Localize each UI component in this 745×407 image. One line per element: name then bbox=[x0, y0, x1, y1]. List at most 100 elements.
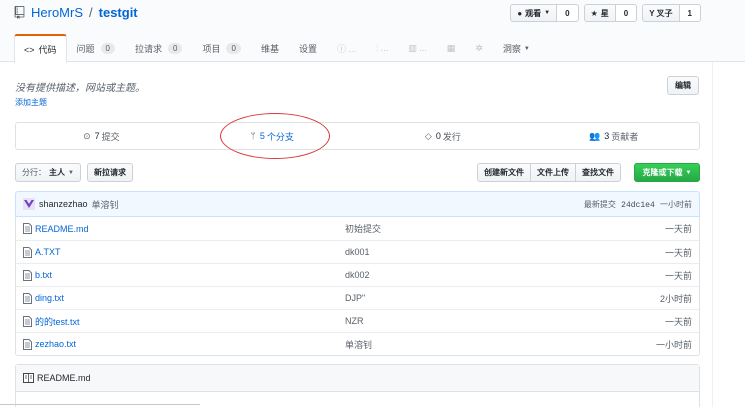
tab-insights-label: 洞察 bbox=[502, 44, 521, 54]
tab-projects[interactable]: 项目 0 bbox=[192, 34, 250, 62]
tab-insights[interactable]: 洞察 ▼ bbox=[493, 34, 540, 62]
file-name-cell: b.txt bbox=[23, 269, 345, 281]
upload-files-button[interactable]: 文件上传 bbox=[530, 163, 576, 182]
file-commit-message[interactable]: 单溶钊 bbox=[345, 338, 612, 351]
commit-author-link[interactable]: shanzezhao bbox=[39, 199, 88, 209]
commit-sha-link[interactable]: 24dc1e4 bbox=[621, 201, 655, 210]
releases-label: 发行 bbox=[442, 131, 461, 142]
file-link[interactable]: 的的test.txt bbox=[35, 315, 80, 328]
file-age: 2小时前 bbox=[659, 293, 692, 304]
tab-issues-counter: 0 bbox=[100, 43, 115, 54]
chevron-down-icon: ▼ bbox=[68, 169, 74, 176]
table-row: 的的test.txt NZR 一天前 bbox=[16, 309, 699, 332]
tab-graphs[interactable]: ⫶ ... bbox=[366, 34, 398, 62]
file-commit-message[interactable]: NZR bbox=[345, 316, 612, 326]
table-row: ding.txt DJP" 2小时前 bbox=[16, 286, 699, 309]
commit-tease: shanzezhao 单溶钊 最新提交 24dc1e4 一小时前 bbox=[15, 191, 700, 217]
repo-owner-link[interactable]: HeroMrS bbox=[31, 5, 83, 20]
file-age: 一天前 bbox=[664, 247, 692, 258]
branch-name: 主人 bbox=[49, 168, 65, 177]
file-icon bbox=[23, 269, 32, 281]
file-icon bbox=[23, 292, 32, 304]
file-icon bbox=[23, 223, 32, 234]
readme-header: README.md bbox=[16, 365, 699, 392]
commits-summary[interactable]: ⊙ 7 提交 bbox=[16, 123, 187, 149]
table-icon: ▦ bbox=[446, 43, 456, 53]
avatar[interactable] bbox=[23, 198, 35, 210]
tab-code-label: 代码 bbox=[38, 45, 57, 55]
star-button[interactable]: ★ 星 bbox=[583, 4, 616, 22]
releases-summary[interactable]: ◇ 0 发行 bbox=[358, 123, 529, 149]
watch-button[interactable]: ● 观看 ▼ bbox=[510, 4, 558, 22]
repo-description: 没有提供描述，网站或主题。 bbox=[15, 83, 145, 94]
tab-code[interactable]: <> 代码 bbox=[14, 34, 67, 63]
commit-message-link[interactable]: 单溶钊 bbox=[92, 198, 119, 211]
file-commit-message[interactable]: 初始提交 bbox=[345, 222, 612, 235]
file-link[interactable]: A.TXT bbox=[35, 247, 61, 257]
commit-icon: ⊙ bbox=[83, 130, 91, 141]
star-icon: ★ bbox=[590, 8, 598, 18]
file-link[interactable]: b.txt bbox=[35, 270, 52, 280]
tab-pulls[interactable]: 拉请求 0 bbox=[125, 34, 192, 62]
create-file-button[interactable]: 创建新文件 bbox=[477, 163, 531, 182]
find-file-button[interactable]: 查找文件 bbox=[575, 163, 621, 182]
edit-description-button[interactable]: 编辑 bbox=[667, 76, 699, 95]
file-commit-message[interactable]: dk001 bbox=[345, 247, 612, 257]
star-action: ★ 星 0 bbox=[583, 4, 638, 22]
people-icon: 👥 bbox=[589, 130, 601, 141]
commits-label: 提交 bbox=[101, 131, 120, 142]
tab-settings[interactable]: 设置 bbox=[289, 34, 327, 62]
tab-pulse[interactable]: ⓘ ... bbox=[327, 34, 366, 62]
contributors-count: 3 bbox=[604, 131, 610, 141]
clone-download-button[interactable]: 克隆或下载 ▼ bbox=[634, 163, 700, 182]
branch-select-button[interactable]: 分行： 主人 ▼ bbox=[15, 163, 81, 182]
file-name-cell: ding.txt bbox=[23, 292, 345, 304]
file-icon bbox=[23, 246, 32, 258]
watch-count[interactable]: 0 bbox=[557, 4, 579, 22]
tab-gear[interactable]: ✲ bbox=[465, 34, 493, 62]
new-pull-request-button[interactable]: 新拉请求 bbox=[87, 163, 133, 182]
add-topic-link[interactable]: 添加主题 bbox=[15, 97, 47, 108]
file-link[interactable]: ding.txt bbox=[35, 293, 64, 303]
fork-count[interactable]: 1 bbox=[679, 4, 701, 22]
tab-network[interactable]: ▥ ... bbox=[398, 34, 437, 62]
table-row: zezhao.txt 单溶钊 一小时前 bbox=[16, 332, 699, 355]
code-icon: <> bbox=[24, 44, 35, 55]
numbers-summary: ⊙ 7 提交 ᛘ 5 个分支 ◇ 0 发行 👥 3 贡献者 bbox=[15, 122, 700, 150]
file-commit-message[interactable]: DJP" bbox=[345, 293, 612, 303]
file-commit-message[interactable]: dk002 bbox=[345, 270, 612, 280]
watch-action: ● 观看 ▼ 0 bbox=[510, 4, 579, 22]
book-icon bbox=[23, 373, 34, 383]
star-count[interactable]: 0 bbox=[615, 4, 638, 22]
commit-age: 一小时前 bbox=[660, 199, 692, 209]
annotation-ellipse bbox=[220, 113, 330, 159]
contributors-label: 贡献者 bbox=[611, 131, 639, 142]
contributors-summary[interactable]: 👥 3 贡献者 bbox=[528, 123, 699, 149]
file-age: 一天前 bbox=[664, 270, 692, 281]
tab-wiki[interactable]: 维基 bbox=[251, 34, 289, 62]
file-actions: 创建新文件 文件上传 查找文件 bbox=[477, 163, 621, 182]
tab-issues-label: 问题 bbox=[76, 44, 95, 54]
fork-button[interactable]: Y 叉子 bbox=[642, 4, 680, 22]
graph-icon: ⫶ ... bbox=[375, 43, 389, 53]
latest-commit-label: 最新提交 bbox=[583, 199, 616, 209]
repo-name-link[interactable]: testgit bbox=[99, 5, 138, 20]
network-icon: ▥ ... bbox=[408, 43, 427, 53]
file-name-cell: README.md bbox=[23, 223, 345, 234]
chevron-down-icon: ▼ bbox=[685, 169, 692, 176]
tab-projects-counter: 0 bbox=[226, 43, 241, 54]
file-name-cell: A.TXT bbox=[23, 246, 345, 258]
chevron-down-icon: ▼ bbox=[523, 45, 530, 52]
commits-count: 7 bbox=[94, 131, 100, 141]
file-icon bbox=[23, 338, 32, 350]
tab-issues[interactable]: 问题 0 bbox=[67, 34, 125, 62]
tab-table[interactable]: ▦ bbox=[437, 34, 466, 62]
table-row: README.md 初始提交 一天前 bbox=[16, 217, 699, 240]
file-link[interactable]: zezhao.txt bbox=[35, 339, 76, 349]
file-link[interactable]: README.md bbox=[35, 224, 89, 234]
branch-prefix: 分行： bbox=[22, 168, 46, 177]
tab-settings-label: 设置 bbox=[298, 44, 317, 54]
table-row: A.TXT dk001 一天前 bbox=[16, 240, 699, 263]
tab-pulls-label: 拉请求 bbox=[135, 44, 163, 54]
repo-title: HeroMrS / testgit bbox=[14, 5, 138, 20]
